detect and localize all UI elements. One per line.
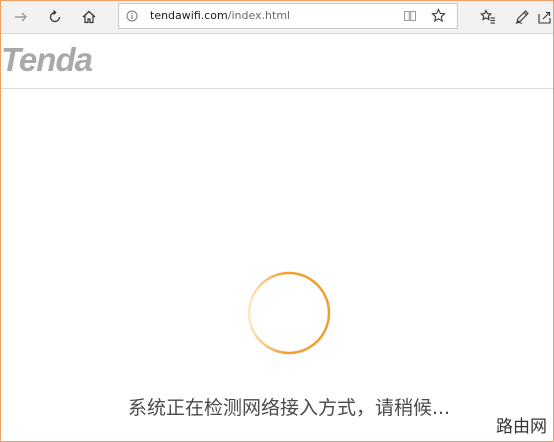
home-icon [82,10,96,24]
main-content: 系统正在检测网络接入方式，请稍候... [1,89,553,441]
url-host: tendawifi.com [150,9,228,22]
url-path: /index.html [227,9,291,22]
share-icon [538,11,551,24]
info-icon[interactable] [126,10,138,22]
web-notes-button[interactable] [506,1,538,33]
watermark: 路由网 [496,417,547,437]
refresh-icon [49,10,61,23]
tenda-logo[interactable]: Tenda [1,40,93,80]
favorites-hub-button[interactable] [472,1,504,33]
forward-button[interactable] [5,1,37,33]
browser-window: tendawifi.com/index.html Tenda 系统正在检测网络接… [0,0,554,442]
url-text[interactable]: tendawifi.com/index.html [150,9,290,23]
status-message: 系统正在检测网络接入方式，请稍候... [127,397,451,419]
share-button[interactable] [537,1,553,33]
favorites-list-icon [480,9,495,24]
home-button[interactable] [73,1,105,33]
forward-icon [15,12,27,22]
browser-toolbar: tendawifi.com/index.html [1,1,553,34]
address-bar[interactable]: tendawifi.com/index.html [118,3,458,29]
reading-view-icon[interactable] [403,9,417,23]
favorite-star-icon[interactable] [431,8,446,23]
loading-spinner-icon [247,271,331,355]
pen-notes-icon [515,10,529,24]
page-header: Tenda [1,34,553,89]
refresh-button[interactable] [39,1,71,33]
